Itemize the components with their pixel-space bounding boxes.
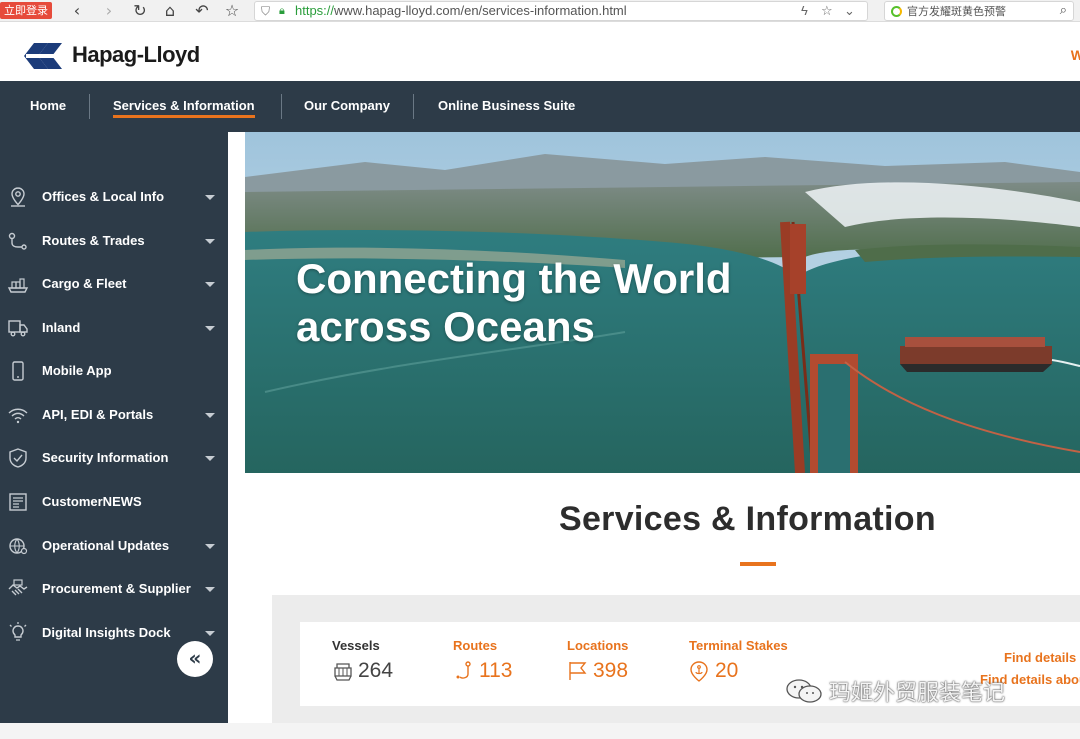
lock-icon: 🔒︎ (279, 5, 285, 17)
back-icon[interactable]: ‹ (67, 1, 87, 21)
chevron-down-icon[interactable]: ⌄ (844, 2, 855, 20)
wechat-icon (786, 679, 822, 703)
chevron-down-icon (205, 413, 215, 418)
phone-icon (12, 361, 24, 381)
hapag-lloyd-logo-icon[interactable] (24, 43, 62, 69)
bookmark-star-icon[interactable]: ☆ (222, 1, 242, 21)
nav-separator (413, 94, 414, 119)
search-hint: 官方发耀斑黄色预警 (907, 5, 1006, 18)
search-icon[interactable]: ⌕ (1060, 2, 1067, 18)
chevron-down-icon (205, 195, 215, 200)
nav-separator (89, 94, 90, 119)
globe-gear-icon (9, 538, 28, 555)
route-icon (8, 232, 27, 250)
sidebar-item-mobile-app[interactable]: Mobile App (0, 349, 228, 393)
stat-terminal-stakes: Terminal Stakes 20 (689, 638, 788, 682)
nav-online-business-suite[interactable]: Online Business Suite (438, 98, 575, 113)
ship-icon (7, 278, 29, 293)
header-right-link[interactable]: W (1071, 47, 1080, 63)
find-details-link[interactable]: Find details (1004, 650, 1076, 665)
sidebar-item-inland[interactable]: Inland (0, 306, 228, 350)
watermark: 玛姬外贸服装笔记 (785, 675, 1005, 707)
handshake-icon (8, 579, 28, 596)
browser-search-box[interactable]: 官方发耀斑黄色预警 ⌕ (884, 1, 1074, 21)
collapse-sidebar-button[interactable]: « (177, 641, 213, 677)
truck-icon (8, 320, 28, 337)
browser-toolbar: 立即登录 ‹ › ↻ ⌂ ↶ ☆ ⛉ 🔒︎ https://www.hapag-… (0, 0, 1080, 22)
stat-vessels: Vessels 264 (332, 638, 394, 682)
undo-icon[interactable]: ↶ (192, 1, 212, 21)
address-bar[interactable]: ⛉ 🔒︎ https://www.hapag-lloyd.com/en/serv… (254, 1, 868, 21)
flag-icon (569, 662, 587, 680)
main-navigation: Home Services & Information Our Company … (0, 81, 1080, 132)
search-engine-icon (891, 6, 902, 17)
location-pin-icon (11, 187, 25, 207)
nav-separator (281, 94, 282, 119)
chevron-down-icon (205, 456, 215, 461)
url-text: https://www.hapag-lloyd.com/en/services-… (295, 3, 627, 18)
lightning-icon[interactable]: ϟ (801, 2, 808, 20)
nav-services-information[interactable]: Services & Information (113, 98, 255, 118)
forward-icon[interactable]: › (99, 1, 119, 21)
sidebar-item-api-edi[interactable]: API, EDI & Portals (0, 393, 228, 437)
chevron-down-icon (205, 239, 215, 244)
nav-home[interactable]: Home (30, 98, 66, 113)
lightbulb-icon (9, 622, 27, 641)
site-header: Hapag-Lloyd W (0, 22, 1080, 81)
anchor-icon (690, 661, 708, 682)
wifi-icon (8, 408, 28, 424)
chevron-down-icon (205, 326, 215, 331)
shield-icon (9, 448, 27, 468)
sidebar-item-procurement[interactable]: Procurement & Supplier (0, 567, 228, 611)
sidebar-item-customernews[interactable]: CustomerNEWS (0, 480, 228, 524)
stat-locations: Locations 398 (567, 638, 629, 682)
sidebar: Offices & Local Info Routes & Trades Car… (0, 132, 228, 723)
sidebar-item-offices[interactable]: Offices & Local Info (0, 175, 228, 219)
logo-text[interactable]: Hapag-Lloyd (72, 42, 200, 68)
shield-icon: ⛉ (261, 4, 271, 18)
sidebar-item-security[interactable]: Security Information (0, 436, 228, 480)
chevron-down-icon (205, 587, 215, 592)
home-icon[interactable]: ⌂ (160, 1, 180, 21)
login-badge[interactable]: 立即登录 (0, 2, 52, 19)
route-hook-icon (456, 661, 471, 679)
vessel-icon (334, 663, 352, 681)
stat-routes: Routes 113 (453, 638, 513, 682)
chevron-down-icon (205, 282, 215, 287)
sidebar-item-routes[interactable]: Routes & Trades (0, 219, 228, 263)
bottom-strip (0, 723, 1080, 739)
chevron-down-icon (205, 631, 215, 636)
sidebar-item-cargo-fleet[interactable]: Cargo & Fleet (0, 262, 228, 306)
nav-our-company[interactable]: Our Company (304, 98, 390, 113)
newspaper-icon (9, 493, 27, 511)
sidebar-item-operational-updates[interactable]: Operational Updates (0, 524, 228, 568)
hero-title: Connecting the World across Oceans (296, 255, 732, 350)
favorite-star-icon[interactable]: ☆ (821, 2, 833, 20)
section-title: Services & Information (559, 500, 936, 538)
chevron-down-icon (205, 544, 215, 549)
reload-icon[interactable]: ↻ (130, 1, 150, 21)
section-underline (740, 562, 776, 566)
